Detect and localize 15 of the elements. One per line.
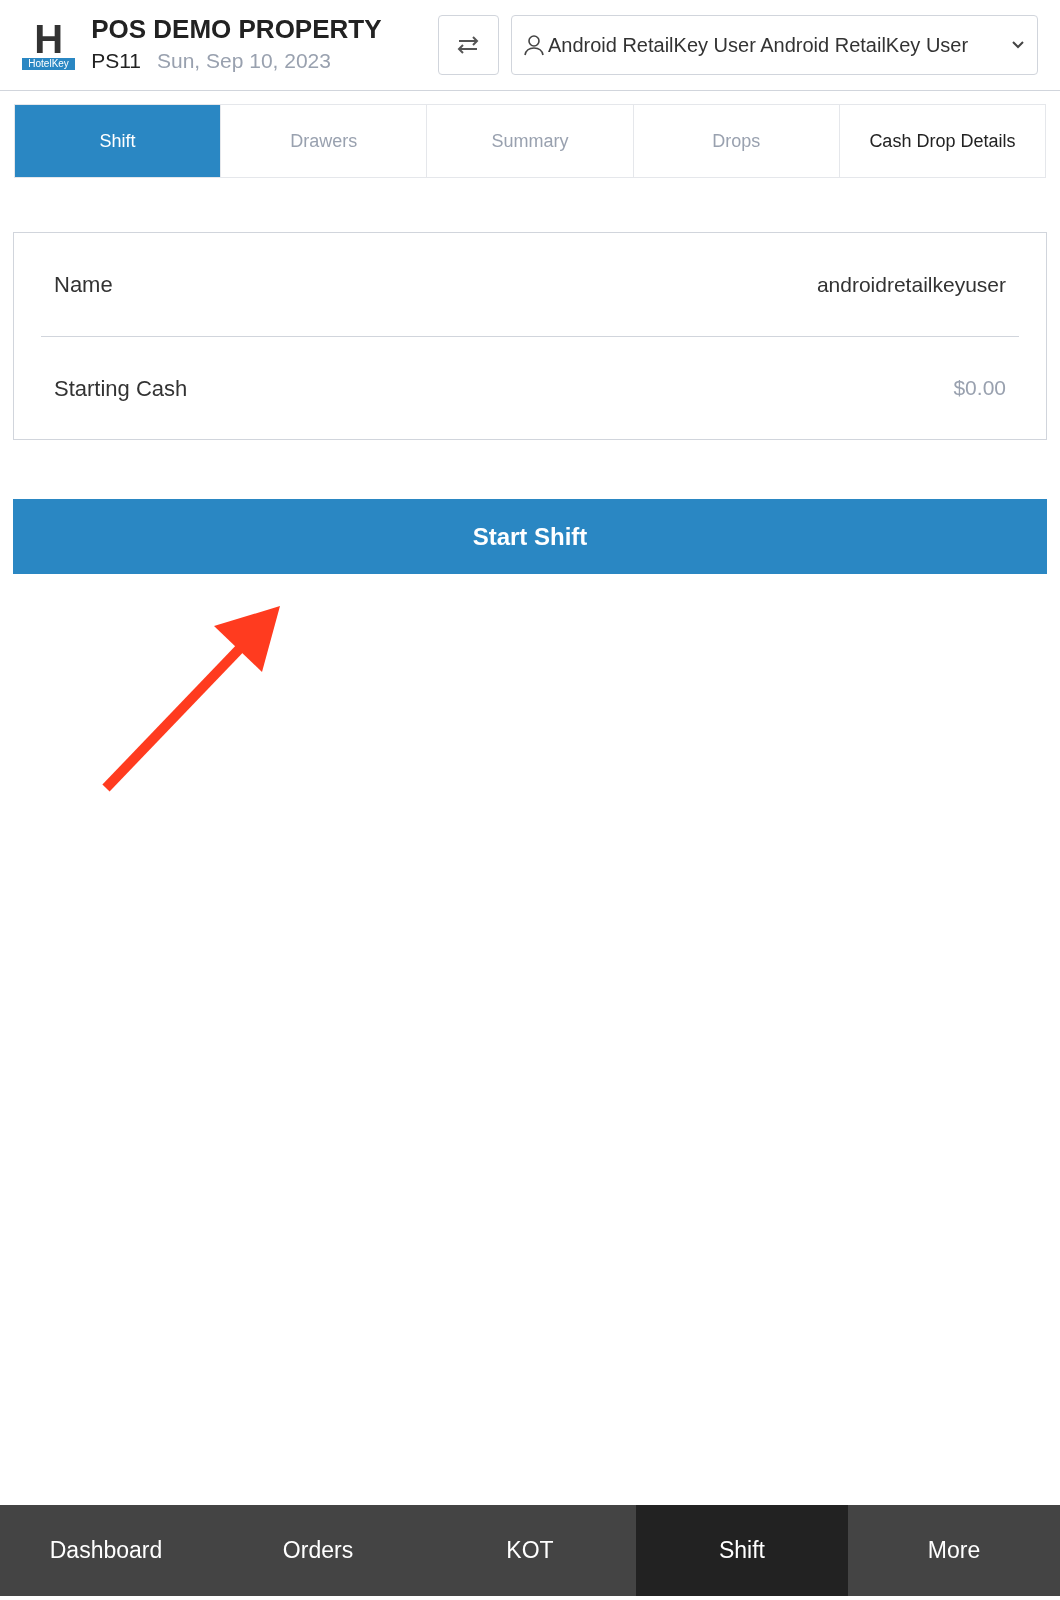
property-name: POS DEMO PROPERTY <box>91 13 383 46</box>
user-icon <box>523 34 544 56</box>
switch-button[interactable] <box>437 15 499 75</box>
date: Sun, Sep 10, 2023 <box>157 48 331 75</box>
tab[interactable]: Shift <box>15 105 221 177</box>
nav-tab[interactable]: Shift <box>636 1505 848 1596</box>
station-code: PS11 <box>91 48 141 75</box>
chevron-down-icon <box>1011 40 1025 50</box>
field-label: Starting Cash <box>54 374 188 403</box>
field-value: androidretailkeyuser <box>816 271 1006 298</box>
logo: H HotelKey <box>22 20 76 70</box>
start-shift-button[interactable]: Start Shift <box>13 499 1047 574</box>
starting-cash-input[interactable]: $0.00 <box>806 372 1006 404</box>
user-dropdown[interactable]: Android RetailKey User Android RetailKey User <box>510 15 1038 75</box>
field-label: Name <box>54 271 113 299</box>
